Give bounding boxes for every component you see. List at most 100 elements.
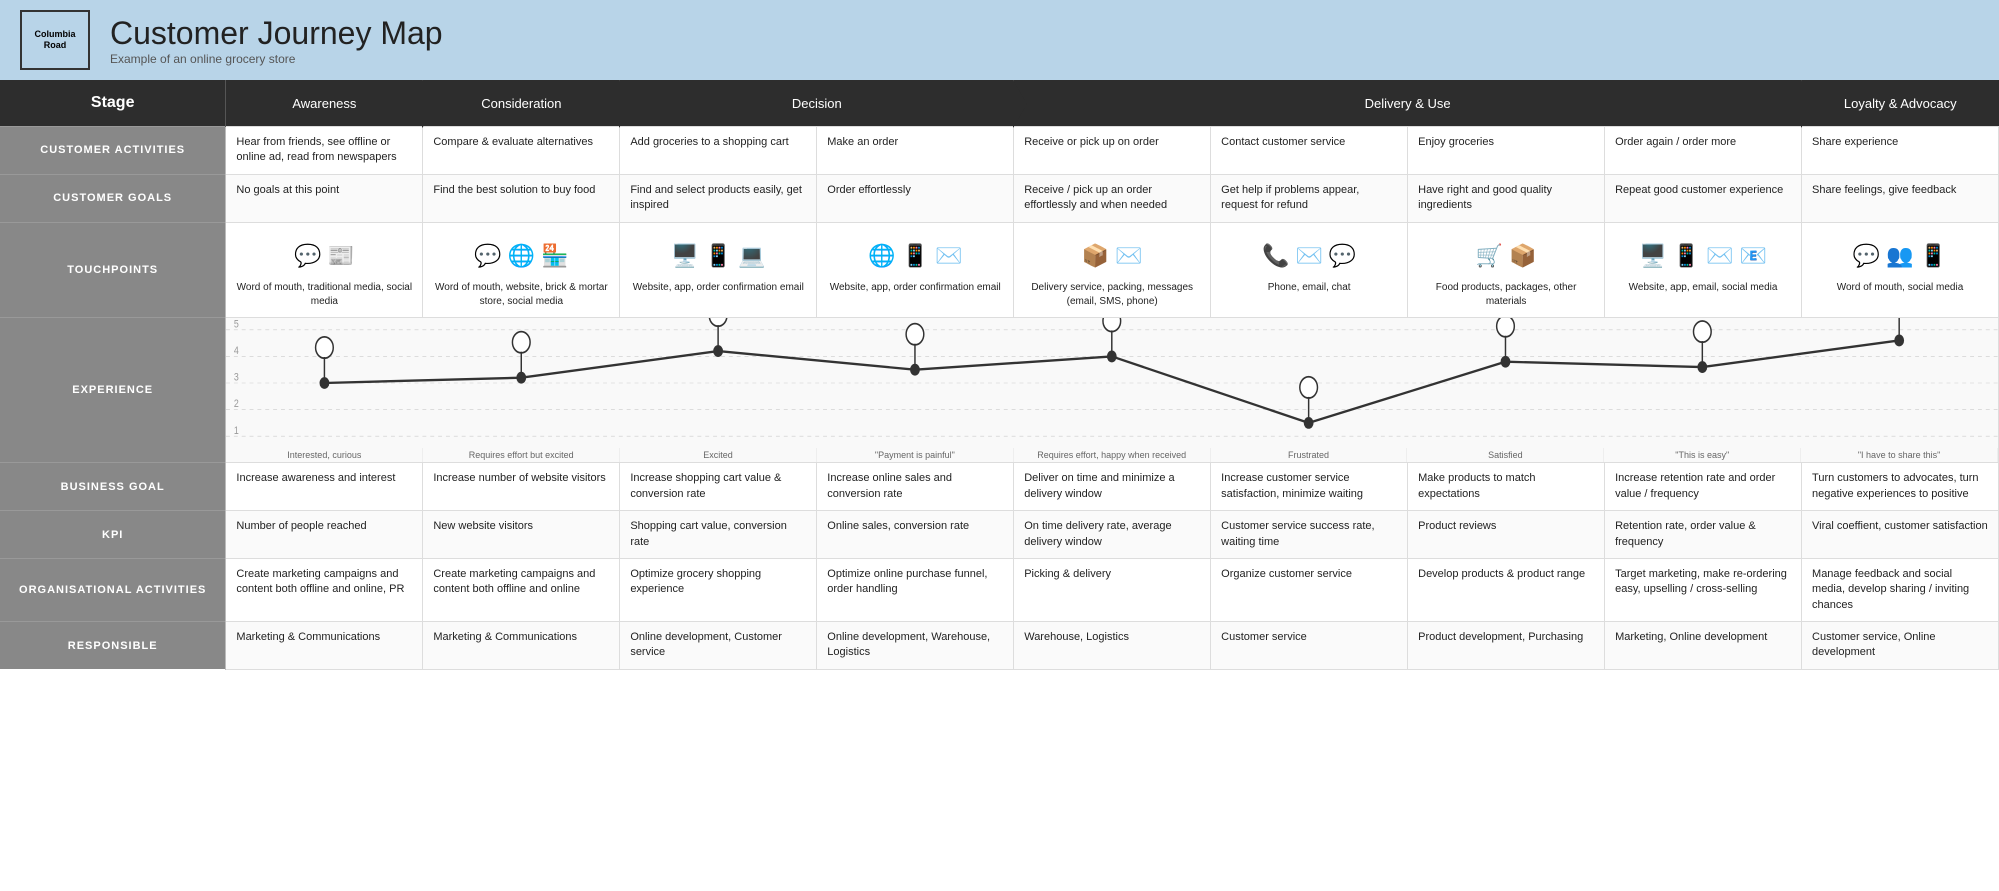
bg-cell-8: Turn customers to advocates, turn negati…	[1802, 463, 1999, 511]
kpi-cell-2: Shopping cart value, conversion rate	[620, 511, 817, 559]
resp-cell-2: Online development, Customer service	[620, 622, 817, 670]
sentiment-label: Satisfied	[1407, 448, 1604, 462]
bg-cell-4: Deliver on time and minimize a delivery …	[1014, 463, 1211, 511]
bg-cell-6: Make products to match expectations	[1408, 463, 1605, 511]
kpi-cell-4: On time delivery rate, average delivery …	[1014, 511, 1211, 559]
loyalty-header: Loyalty & Advocacy	[1802, 80, 1999, 127]
oa-cell-6: Develop products & product range	[1408, 558, 1605, 621]
bg-cell-2: Increase shopping cart value & conversio…	[620, 463, 817, 511]
ca-cell-1: Compare & evaluate alternatives	[423, 127, 620, 175]
social-icon: 👥	[1886, 241, 1913, 272]
cg-cell-6: Have right and good quality ingredients	[1408, 174, 1605, 222]
cg-cell-7: Repeat good customer experience	[1605, 174, 1802, 222]
phone2-icon: 📧	[1739, 241, 1766, 272]
delivery-header: Delivery & Use	[1014, 80, 1802, 127]
resp-cell-3: Online development, Warehouse, Logistics	[817, 622, 1014, 670]
store-icon: 🏪	[541, 241, 568, 272]
svg-text:5: 5	[234, 319, 239, 331]
ca-cell-8: Share experience	[1802, 127, 1999, 175]
tp-cell-8: 💬 👥 📱 Word of mouth, social media	[1802, 222, 1999, 318]
laptop-icon: 💻	[738, 241, 765, 272]
tp-cell-2: 🖥️ 📱 💻 Website, app, order confirmation …	[620, 222, 817, 318]
bg-cell-3: Increase online sales and conversion rat…	[817, 463, 1014, 511]
resp-cell-5: Customer service	[1211, 622, 1408, 670]
ca-cell-2: Add groceries to a shopping cart	[620, 127, 817, 175]
sentiment-label: Requires effort but excited	[423, 448, 620, 462]
oa-cell-0: Create marketing campaigns and content b…	[226, 558, 423, 621]
sentiment-label: "This is easy"	[1604, 448, 1801, 462]
tp-cell-5: 📞 ✉️ 💬 Phone, email, chat	[1211, 222, 1408, 318]
page-title: Customer Journey Map	[110, 15, 443, 52]
ca-cell-6: Enjoy groceries	[1408, 127, 1605, 175]
consideration-header: Consideration	[423, 80, 620, 127]
bg-cell-0: Increase awareness and interest	[226, 463, 423, 511]
sentiment-label: Frustrated	[1211, 448, 1408, 462]
cg-cell-0: No goals at this point	[226, 174, 423, 222]
page-subtitle: Example of an online grocery store	[110, 52, 443, 66]
stage-column-header: Stage	[0, 80, 226, 127]
resp-cell-4: Warehouse, Logistics	[1014, 622, 1211, 670]
package-icon: 📦	[1082, 241, 1109, 272]
logo: Columbia Road	[20, 10, 90, 70]
oa-cell-4: Picking & delivery	[1014, 558, 1211, 621]
website-icon: 🌐	[508, 241, 535, 272]
decision-header: Decision	[620, 80, 1014, 127]
food-icon: 🛒	[1476, 241, 1503, 272]
kpi-cell-7: Retention rate, order value & frequency	[1605, 511, 1802, 559]
sentiment-label: Interested, curious	[226, 448, 423, 462]
phone-icon: 📱	[902, 241, 929, 272]
resp-cell-6: Product development, Purchasing	[1408, 622, 1605, 670]
ca-cell-3: Make an order	[817, 127, 1014, 175]
kpi-cell-0: Number of people reached	[226, 511, 423, 559]
oa-cell-3: Optimize online purchase funnel, order h…	[817, 558, 1014, 621]
box-icon: 📦	[1509, 241, 1536, 272]
customer-activities-label: CUSTOMER ACTIVITIES	[0, 127, 226, 175]
resp-cell-8: Customer service, Online development	[1802, 622, 1999, 670]
cg-cell-1: Find the best solution to buy food	[423, 174, 620, 222]
email-icon: ✉️	[935, 241, 962, 272]
sentiment-label: "I have to share this"	[1801, 448, 1998, 462]
cg-cell-4: Receive / pick up an order effortlessly …	[1014, 174, 1211, 222]
ca-cell-0: Hear from friends, see offline or online…	[226, 127, 423, 175]
sentiment-label: Excited	[620, 448, 817, 462]
journey-map-table: Stage Awareness Consideration Decision D…	[0, 80, 1999, 670]
customer-goals-label: CUSTOMER GOALS	[0, 174, 226, 222]
oa-cell-2: Optimize grocery shopping experience	[620, 558, 817, 621]
kpi-cell-5: Customer service success rate, waiting t…	[1211, 511, 1408, 559]
kpi-label: KPI	[0, 511, 226, 559]
bg-cell-1: Increase number of website visitors	[423, 463, 620, 511]
svg-text:2: 2	[234, 399, 239, 411]
sms-icon: ✉️	[1115, 241, 1142, 272]
oa-cell-7: Target marketing, make re-ordering easy,…	[1605, 558, 1802, 621]
mobile2-icon: 📱	[1673, 241, 1700, 272]
sentiment-label: "Payment is painful"	[817, 448, 1014, 462]
oa-cell-5: Organize customer service	[1211, 558, 1408, 621]
experience-label: EXPERIENCE	[0, 318, 226, 463]
ca-cell-5: Contact customer service	[1211, 127, 1408, 175]
mobile3-icon: 📱	[1920, 241, 1947, 272]
kpi-cell-6: Product reviews	[1408, 511, 1605, 559]
kpi-cell-1: New website visitors	[423, 511, 620, 559]
mobile-icon: 📱	[705, 241, 732, 272]
resp-cell-7: Marketing, Online development	[1605, 622, 1802, 670]
touchpoints-label: TOUCHPOINTS	[0, 222, 226, 318]
newspaper-icon: 📰	[327, 241, 354, 272]
oa-cell-8: Manage feedback and social media, develo…	[1802, 558, 1999, 621]
cg-cell-8: Share feelings, give feedback	[1802, 174, 1999, 222]
resp-cell-1: Marketing & Communications	[423, 622, 620, 670]
org-activities-label: ORGANISATIONAL ACTIVITIES	[0, 558, 226, 621]
tp-cell-1: 💬 🌐 🏪 Word of mouth, website, brick & mo…	[423, 222, 620, 318]
speech-bubble-icon-2: 💬	[474, 241, 501, 272]
tp-cell-0: 💬 📰 Word of mouth, traditional media, so…	[226, 222, 423, 318]
desktop-icon: 🖥️	[671, 241, 698, 272]
cg-cell-5: Get help if problems appear, request for…	[1211, 174, 1408, 222]
responsible-label: RESPONSIBLE	[0, 622, 226, 670]
cg-cell-2: Find and select products easily, get ins…	[620, 174, 817, 222]
bg-cell-5: Increase customer service satisfaction, …	[1211, 463, 1408, 511]
envelope-icon: ✉️	[1706, 241, 1733, 272]
mail-icon: ✉️	[1295, 241, 1322, 272]
sentiment-label: Requires effort, happy when received	[1014, 448, 1211, 462]
ca-cell-7: Order again / order more	[1605, 127, 1802, 175]
tp-cell-3: 🌐 📱 ✉️ Website, app, order confirmation …	[817, 222, 1014, 318]
tp-cell-7: 🖥️ 📱 ✉️ 📧 Website, app, email, social me…	[1605, 222, 1802, 318]
